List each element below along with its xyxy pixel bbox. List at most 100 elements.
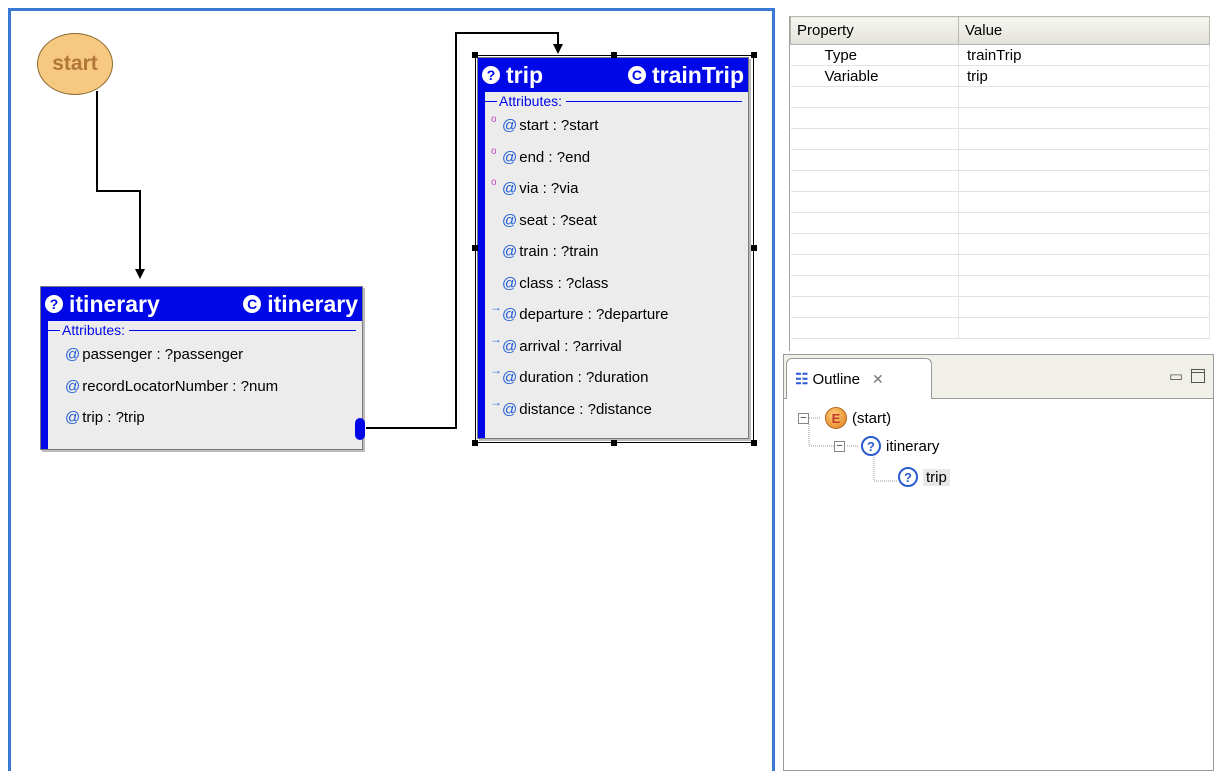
attribute-row[interactable]: → @ duration : ?duration xyxy=(478,362,748,394)
key-marker-icon: o xyxy=(491,114,497,125)
trip-node[interactable]: ? trip C trainTrip Attributes: o @ start :… xyxy=(477,57,749,439)
collapse-icon[interactable]: − xyxy=(798,412,809,424)
derived-arrow-icon: → xyxy=(490,300,502,314)
attribute-icon: @ xyxy=(502,243,518,261)
tree-item-itinerary[interactable]: − ? itinerary xyxy=(834,436,939,456)
question-icon: ? xyxy=(861,436,881,456)
trip-node-name: trip xyxy=(506,61,544,88)
start-node[interactable]: start xyxy=(37,33,113,95)
start-node-label: start xyxy=(52,52,98,75)
attribute-row[interactable]: → @ departure : ?departure xyxy=(478,299,748,331)
derived-arrow-icon: → xyxy=(490,363,502,377)
collapse-icon[interactable]: − xyxy=(834,440,845,452)
tab-outline-label: Outline xyxy=(812,370,860,388)
properties-panel: Property Value Type trainTrip Variable t… xyxy=(789,16,1214,351)
outline-panel: ☷ Outline ✕ ▭ − E (start) − ? itinerary … xyxy=(783,354,1214,771)
table-row xyxy=(790,86,1210,108)
connection-port[interactable] xyxy=(355,418,365,440)
resize-handle[interactable] xyxy=(472,245,478,251)
table-row xyxy=(790,296,1210,318)
diagram-canvas[interactable]: start ? itinerary C itinerary Attributes… xyxy=(8,8,775,771)
attribute-icon: @ xyxy=(65,346,81,364)
attributes-section-label: Attributes: xyxy=(48,321,362,339)
table-row xyxy=(790,191,1210,213)
attribute-icon: @ xyxy=(502,148,518,166)
property-name: Type xyxy=(790,44,959,66)
attribute-icon: @ xyxy=(502,211,518,229)
class-icon: C xyxy=(627,66,646,84)
arrowhead-icon xyxy=(553,44,563,54)
property-value[interactable]: trip xyxy=(958,65,1210,87)
attribute-row[interactable]: @ trip : ?trip xyxy=(41,402,362,434)
tree-item-start[interactable]: − E (start) xyxy=(798,407,891,429)
outline-icon: ☷ xyxy=(795,371,809,388)
key-marker-icon: o xyxy=(491,177,497,188)
itinerary-node-name: itinerary xyxy=(69,290,160,317)
key-marker-icon: o xyxy=(491,145,497,157)
attribute-icon: @ xyxy=(65,377,81,395)
attribute-row[interactable]: → @ arrival : ?arrival xyxy=(478,331,748,363)
property-column-header[interactable]: Property xyxy=(790,16,959,45)
attribute-row[interactable]: @ class : ?class xyxy=(478,268,748,300)
table-row xyxy=(790,254,1210,276)
resize-handle[interactable] xyxy=(472,52,478,58)
attribute-row[interactable]: @ seat : ?seat xyxy=(478,205,748,237)
resize-handle[interactable] xyxy=(611,440,617,446)
resize-handle[interactable] xyxy=(751,440,757,446)
attribute-row[interactable]: o @ via : ?via xyxy=(478,173,748,205)
start-to-itinerary-wire xyxy=(96,91,141,274)
attribute-row[interactable]: o @ start : ?start xyxy=(478,110,748,142)
table-row[interactable]: Type trainTrip xyxy=(790,44,1210,66)
table-row xyxy=(790,170,1210,192)
close-icon[interactable]: ✕ xyxy=(872,371,884,388)
properties-table: Property Value Type trainTrip Variable t… xyxy=(790,16,1210,339)
itinerary-node[interactable]: ? itinerary C itinerary Attributes: @ pas… xyxy=(40,286,365,450)
outline-tab-bar: ☷ Outline ✕ ▭ xyxy=(784,355,1213,399)
event-icon: E xyxy=(825,407,847,429)
question-icon: ? xyxy=(45,295,63,313)
tree-item-label: trip xyxy=(923,468,950,486)
itinerary-node-header: ? itinerary C itinerary xyxy=(41,287,362,321)
attribute-icon: @ xyxy=(502,117,518,135)
class-icon: C xyxy=(243,295,262,313)
derived-arrow-icon: → xyxy=(490,331,502,346)
resize-handle[interactable] xyxy=(751,245,757,251)
attribute-row[interactable]: @ passenger : ?passenger xyxy=(41,339,362,371)
attribute-row[interactable]: @ recordLocatorNumber : ?num xyxy=(41,371,362,403)
trip-node-type: trainTrip xyxy=(651,61,744,88)
question-icon: ? xyxy=(898,467,918,487)
tab-outline[interactable]: ☷ Outline ✕ xyxy=(786,358,932,399)
table-row xyxy=(790,317,1210,339)
itinerary-node-type: itinerary xyxy=(267,290,358,317)
attribute-icon: @ xyxy=(502,180,518,198)
property-value[interactable]: trainTrip xyxy=(958,44,1210,66)
table-row xyxy=(790,107,1210,129)
minimize-icon[interactable]: ▭ xyxy=(1169,367,1183,385)
value-column-header[interactable]: Value xyxy=(958,16,1210,45)
attribute-row[interactable]: @ train : ?train xyxy=(478,236,748,268)
attribute-icon: @ xyxy=(502,337,518,355)
table-row xyxy=(790,212,1210,234)
attribute-icon: @ xyxy=(502,400,518,418)
arrowhead-icon xyxy=(135,269,145,279)
derived-arrow-icon: → xyxy=(490,394,502,409)
table-row xyxy=(790,233,1210,255)
attribute-row[interactable]: o @ end : ?end xyxy=(478,142,748,174)
attribute-row[interactable]: → @ distance : ?distance xyxy=(478,394,748,426)
resize-handle[interactable] xyxy=(472,440,478,446)
attributes-section-label: Attributes: xyxy=(485,92,748,110)
table-row xyxy=(790,128,1210,150)
resize-handle[interactable] xyxy=(751,52,757,58)
table-row[interactable]: Variable trip xyxy=(790,65,1210,87)
attribute-icon: @ xyxy=(502,306,518,324)
question-icon: ? xyxy=(482,66,500,84)
tree-item-trip[interactable]: ? trip xyxy=(898,467,950,487)
attribute-icon: @ xyxy=(502,369,518,387)
maximize-icon[interactable] xyxy=(1191,369,1205,383)
property-name: Variable xyxy=(790,65,959,87)
trip-node-header: ? trip C trainTrip xyxy=(478,58,748,92)
resize-handle[interactable] xyxy=(611,52,617,58)
attribute-icon: @ xyxy=(65,409,81,427)
tree-item-label: (start) xyxy=(852,409,892,427)
attribute-icon: @ xyxy=(502,274,518,292)
